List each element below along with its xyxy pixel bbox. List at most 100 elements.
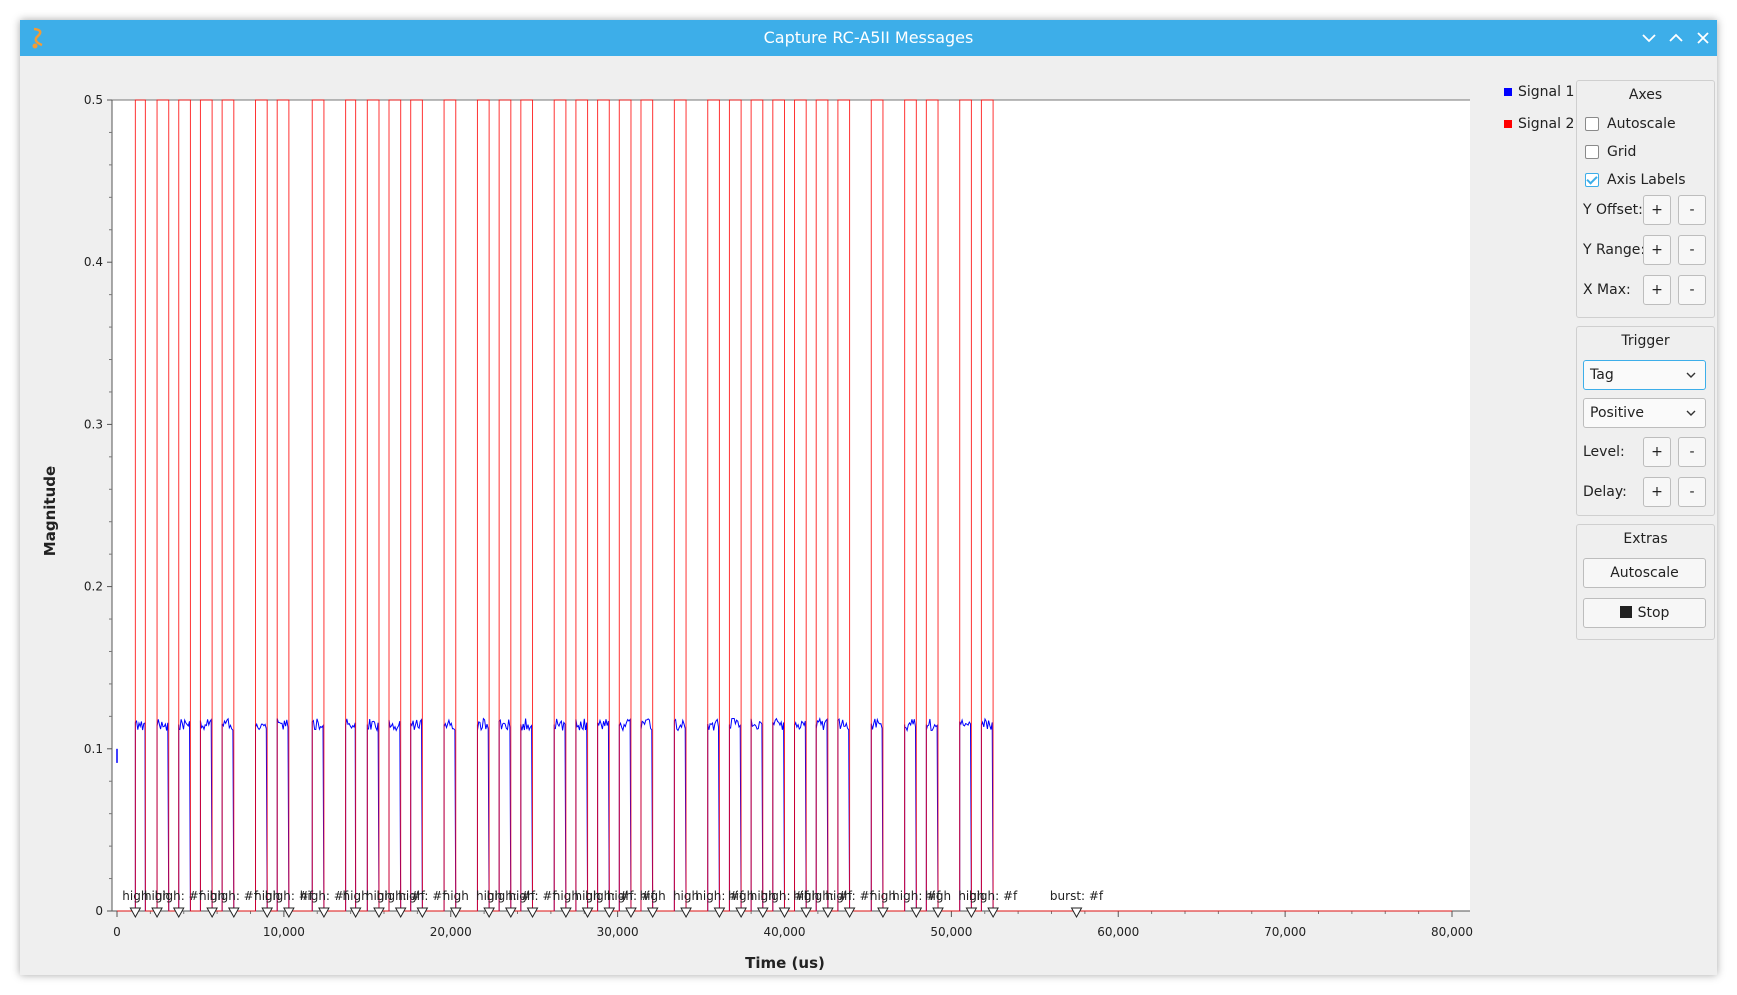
trigger-delay-plus-button[interactable]: + — [1643, 477, 1671, 507]
x-max-minus-button[interactable]: - — [1678, 275, 1706, 305]
y-tick-label: 0.4 — [84, 255, 103, 269]
tag-label: high: #f — [508, 889, 557, 903]
tag-label: high — [640, 889, 666, 903]
legend-label: Signal 1 — [1518, 84, 1575, 100]
y-range-label: Y Range: — [1583, 242, 1646, 258]
tag-label: high: #f — [300, 889, 349, 903]
tag-marker-icon — [129, 907, 142, 919]
tag-label: high: #f — [398, 889, 447, 903]
legend-item-signal-1[interactable]: Signal 1 — [1504, 83, 1574, 101]
close-icon[interactable] — [1691, 26, 1715, 50]
tag-marker-icon — [910, 907, 923, 919]
tag-marker-icon — [603, 907, 616, 919]
tag-marker-icon — [800, 907, 813, 919]
grid-checkbox-row[interactable]: Grid — [1585, 142, 1636, 162]
tag-marker-icon — [560, 907, 572, 919]
y-offset-plus-button[interactable]: + — [1643, 195, 1671, 225]
tag-marker-icon — [756, 907, 769, 919]
tag-marker-icon — [987, 907, 999, 919]
trigger-level-label: Level: — [1583, 444, 1625, 460]
x-tick-label: 60,000 — [1097, 925, 1139, 939]
autoscale-checkbox[interactable] — [1585, 117, 1599, 131]
tag-marker-icon — [151, 907, 163, 919]
tag-label: high: #f — [210, 889, 259, 903]
x-tick-label: 80,000 — [1431, 925, 1473, 939]
tag-marker-icon — [713, 907, 726, 919]
tag-marker-icon — [843, 907, 856, 919]
autoscale-checkbox-label: Autoscale — [1607, 116, 1676, 132]
y-offset-minus-button[interactable]: - — [1678, 195, 1706, 225]
trigger-panel: Trigger Tag Positive Level: + - Delay: +… — [1576, 326, 1715, 516]
x-tick-label: 30,000 — [597, 925, 639, 939]
autoscale-button[interactable]: Autoscale — [1583, 558, 1706, 588]
trigger-mode-select[interactable]: Tag — [1583, 360, 1706, 390]
title-bar[interactable]: Capture RC-A5II Messages — [20, 20, 1717, 56]
trigger-slope-select[interactable]: Positive — [1583, 398, 1706, 428]
tag-marker-icon — [932, 907, 944, 919]
trigger-mode-value: Tag — [1590, 367, 1614, 383]
y-tick-label: 0.1 — [84, 742, 103, 756]
trigger-level-plus-button[interactable]: + — [1643, 437, 1671, 467]
legend-item-signal-2[interactable]: Signal 2 — [1504, 115, 1574, 133]
tag-label: high — [343, 889, 369, 903]
y-range-plus-button[interactable]: + — [1643, 235, 1671, 265]
legend-swatch-icon — [1504, 120, 1512, 128]
tag-label: high — [925, 889, 951, 903]
trigger-delay-label: Delay: — [1583, 484, 1627, 500]
tag-marker-icon — [261, 907, 274, 919]
tag-label: high: #f — [969, 889, 1018, 903]
grid-checkbox[interactable] — [1585, 145, 1599, 159]
tag-marker-icon — [965, 907, 978, 919]
autoscale-checkbox-row[interactable]: Autoscale — [1585, 114, 1676, 134]
extras-panel: Extras Autoscale Stop — [1576, 524, 1715, 640]
axes-panel-title: Axes — [1628, 87, 1663, 103]
trigger-slope-value: Positive — [1590, 405, 1644, 421]
axes-panel: Axes Autoscale Grid Axis Labels Y Offset… — [1576, 80, 1715, 318]
tag-marker-icon — [483, 907, 495, 919]
extras-panel-title: Extras — [1623, 531, 1668, 547]
time-sink-chart[interactable]: 0 0.1 0.2 0.3 0.4 0.5 0 10,000 20,000 30,000 40,00… — [20, 56, 1500, 975]
y-range-minus-button[interactable]: - — [1678, 235, 1706, 265]
x-tick-label: 70,000 — [1264, 925, 1306, 939]
legend-label: Signal 2 — [1518, 116, 1575, 132]
stop-button-label: Stop — [1637, 605, 1670, 621]
tag-marker-icon — [625, 907, 637, 919]
x-tick-label: 40,000 — [764, 925, 806, 939]
x-tick-label: 20,000 — [430, 925, 472, 939]
window-title: Capture RC-A5II Messages — [763, 28, 974, 47]
tag-marker-icon — [449, 907, 462, 919]
plot-canvas — [112, 100, 1470, 911]
chevron-down-icon — [1686, 372, 1696, 378]
tag-marker-icon — [646, 907, 659, 919]
trigger-delay-minus-button[interactable]: - — [1678, 477, 1706, 507]
tag-marker-icon — [416, 907, 429, 919]
stop-button[interactable]: Stop — [1583, 598, 1706, 628]
chevron-down-icon — [1686, 410, 1696, 416]
stop-icon — [1619, 606, 1632, 618]
tag-marker-icon — [1070, 907, 1083, 919]
tag-marker-icon — [318, 907, 330, 919]
app-window: Capture RC-A5II Messages 0 0.1 0.2 0.3 0.4 0.… — [20, 20, 1717, 975]
trigger-level-minus-button[interactable]: - — [1678, 437, 1706, 467]
tag-marker-icon — [680, 907, 692, 919]
maximize-icon[interactable] — [1664, 26, 1688, 50]
tag-marker-icon — [526, 907, 539, 919]
y-offset-label: Y Offset: — [1583, 202, 1643, 218]
tag-marker-icon — [504, 907, 517, 919]
tag-marker-icon — [778, 907, 791, 919]
minimize-icon[interactable] — [1637, 26, 1661, 50]
tag-label: high: #f — [825, 889, 874, 903]
x-max-label: X Max: — [1583, 282, 1631, 298]
x-tick-label: 50,000 — [930, 925, 972, 939]
tag-label: high: #f — [155, 889, 204, 903]
y-tick-label: 0.3 — [84, 417, 103, 431]
y-tick-label: 0.5 — [84, 93, 103, 107]
tag-marker-icon — [172, 907, 185, 919]
x-tick-label: 10,000 — [263, 925, 305, 939]
x-max-plus-button[interactable]: + — [1643, 275, 1671, 305]
tag-label: high — [443, 889, 469, 903]
axis-labels-checkbox[interactable] — [1585, 173, 1599, 187]
tag-marker-icon — [373, 907, 385, 919]
x-axis-label: Time (us) — [745, 954, 825, 972]
axis-labels-checkbox-row[interactable]: Axis Labels — [1585, 170, 1686, 190]
